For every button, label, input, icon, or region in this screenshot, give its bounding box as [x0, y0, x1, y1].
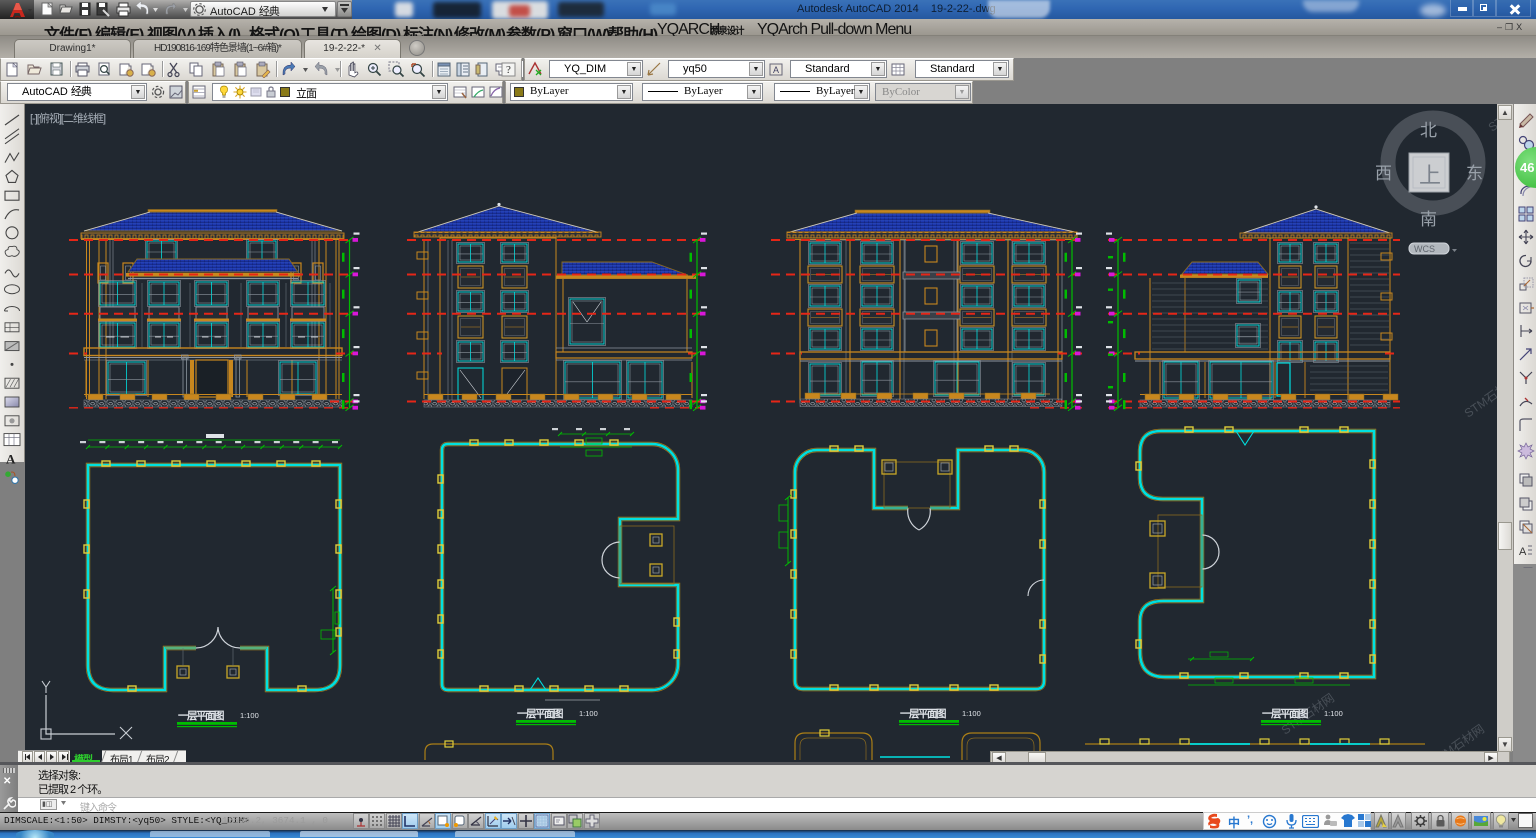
svg-text:南: 南 — [1420, 210, 1436, 229]
svg-text:1:100: 1:100 — [1324, 709, 1343, 718]
svg-text:A: A — [1519, 546, 1527, 558]
svg-text:北: 北 — [1420, 121, 1437, 140]
svg-text:一层平面图: 一层平面图 — [1262, 708, 1308, 720]
svg-text:一层平面图: 一层平面图 — [517, 708, 563, 720]
svg-text:?: ? — [506, 64, 511, 76]
svg-text:WCS: WCS — [1414, 244, 1435, 254]
svg-text:A: A — [773, 65, 779, 75]
svg-text:A: A — [6, 451, 16, 466]
svg-text:西: 西 — [1375, 164, 1391, 183]
svg-text:1:100: 1:100 — [962, 709, 981, 718]
svg-text:上: 上 — [1419, 163, 1440, 188]
svg-text:1:100: 1:100 — [579, 709, 598, 718]
svg-text:一层平面图: 一层平面图 — [900, 708, 946, 720]
svg-text:一层平面图: 一层平面图 — [178, 710, 224, 722]
svg-text:1:100: 1:100 — [240, 711, 259, 720]
svg-text:[-][俯视][二维线框]: [-][俯视][二维线框] — [30, 111, 106, 125]
svg-text:东: 东 — [1466, 164, 1482, 183]
